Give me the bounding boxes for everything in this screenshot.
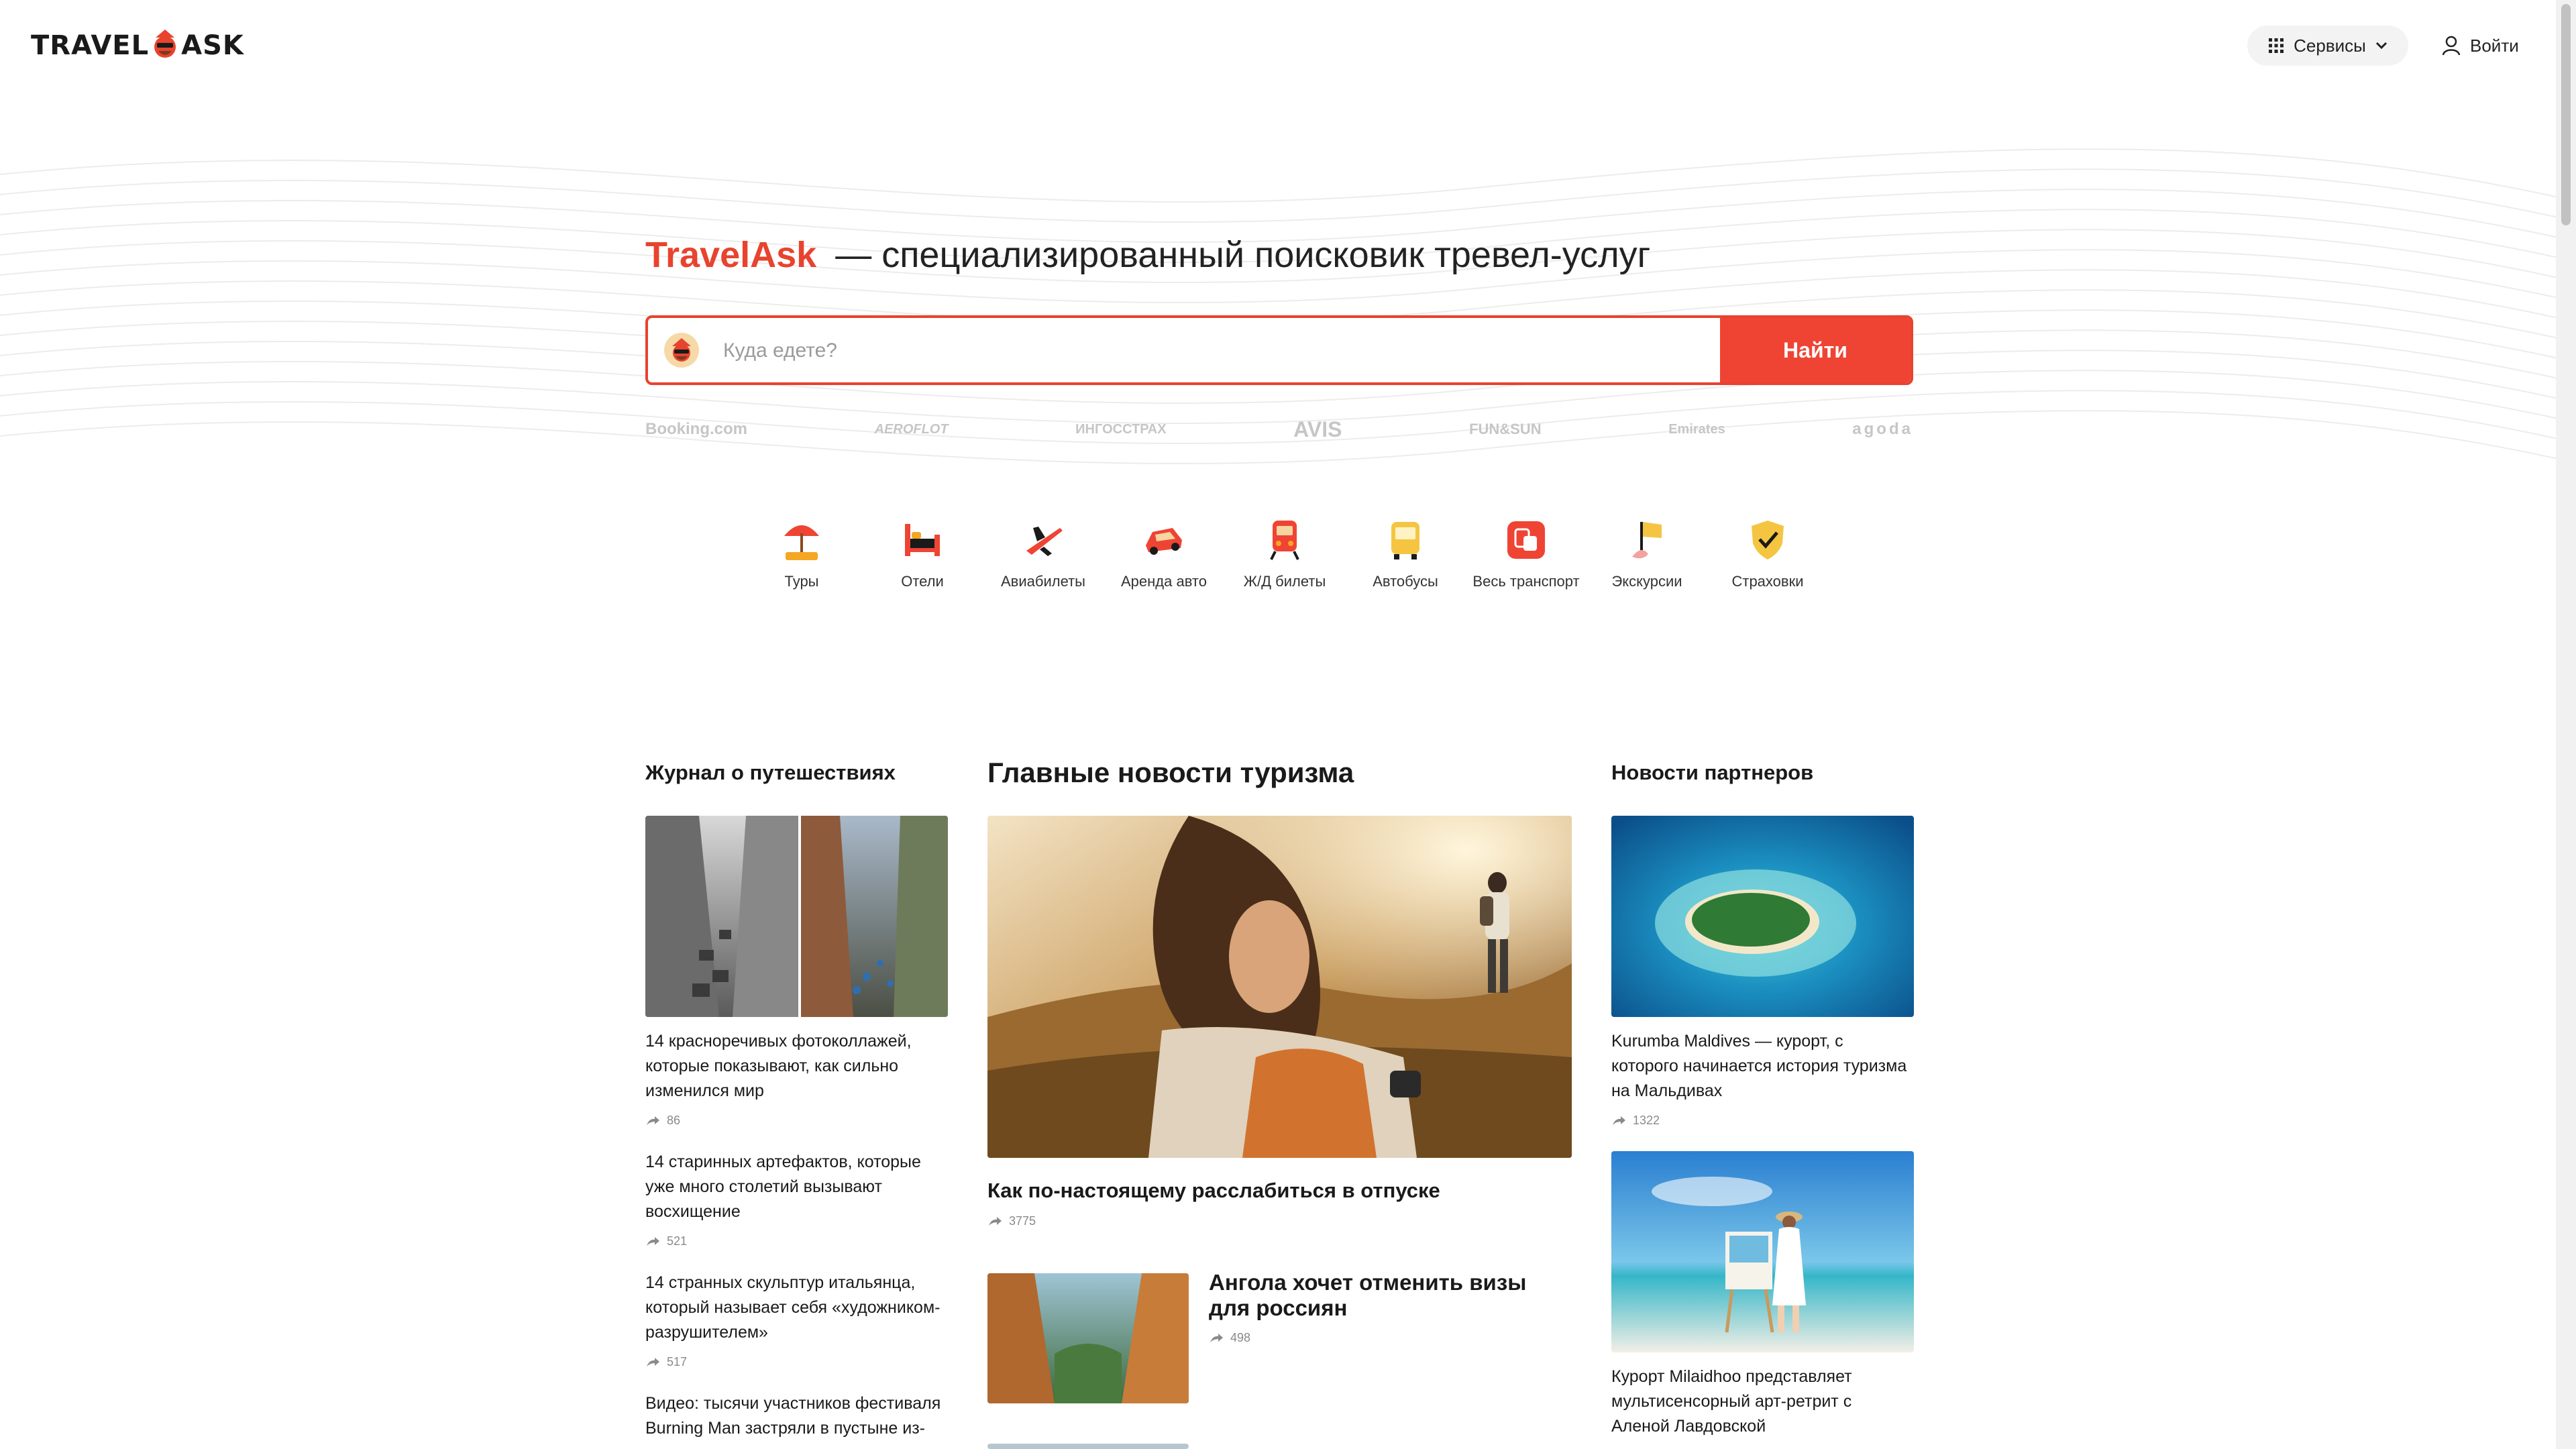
category-trains[interactable]: Ж/Д билеты [1228,517,1342,604]
category-label: Автобусы [1373,573,1438,590]
site-header: TRAVEL ASK Сервисы Войти [0,0,2576,87]
category-buses[interactable]: Автобусы [1348,517,1462,604]
hero-brand: TravelAsk [645,235,817,275]
share-icon [1210,1333,1223,1342]
news-next-image[interactable] [987,1444,1189,1449]
category-all-transport[interactable]: Весь транспорт [1469,517,1583,604]
scrollbar-thumb[interactable] [2561,4,2571,225]
category-label: Экскурсии [1611,573,1682,590]
news-main-title[interactable]: Как по-настоящему расслабиться в отпуске [987,1177,1572,1204]
category-label: Туры [784,573,819,590]
site-logo[interactable]: TRAVEL ASK [31,25,244,66]
journal-item-count: 86 [645,1114,680,1128]
journal-image-collage[interactable] [645,816,948,1017]
bed-icon [901,517,944,564]
partner-news-image-maldives[interactable] [1611,816,1914,1017]
logo-text-travel: TRAVEL [31,30,150,61]
journal-item-count: 521 [645,1234,687,1248]
journal-item-title[interactable]: 14 странных скульптур итальянца, который… [645,1271,948,1345]
search-bar: Найти [645,315,1913,385]
category-label: Весь транспорт [1472,573,1580,590]
partner-logo: AEROFLOT [874,421,949,437]
partner-news-image-milaidhoo[interactable] [1611,1151,1914,1352]
news-secondary-image[interactable] [987,1273,1189,1403]
share-icon [647,1236,659,1246]
partner-news-item-count: 1322 [1611,1114,1660,1128]
search-input[interactable] [722,318,1690,382]
beach-umbrella-icon [780,517,823,564]
search-button[interactable]: Найти [1720,318,1911,382]
news-title: Главные новости туризма [987,757,1354,788]
page-scrollbar[interactable] [2556,0,2576,1449]
news-secondary-count: 498 [1209,1331,1250,1345]
flag-icon [1625,517,1668,564]
journal-item-count: 517 [645,1355,687,1369]
car-icon [1142,517,1185,564]
hero-tagline: — специализированный поисковик тревел-ус… [835,235,1651,275]
share-icon [1613,1116,1625,1125]
category-tours[interactable]: Туры [745,517,859,604]
count-value: 3775 [1009,1214,1036,1228]
service-categories: Туры Отели Авиабилеты Аренда авто Ж/Д би… [745,517,1825,604]
category-label: Ж/Д билеты [1243,573,1326,590]
chevron-down-icon [2375,42,2387,50]
journal-item-title[interactable]: 14 красноречивых фотоколлажей, которые п… [645,1029,948,1104]
login-button[interactable]: Войти [2442,25,2519,66]
journal-item-title[interactable]: Видео: тысячи участников фестиваля Burni… [645,1391,948,1449]
category-label: Аренда авто [1121,573,1207,590]
share-icon [647,1357,659,1366]
mascot-avatar-icon [664,333,699,368]
partner-logo: Emirates [1668,421,1725,437]
login-label: Войти [2470,35,2519,56]
category-car-rental[interactable]: Аренда авто [1107,517,1221,604]
journal-title: Журнал о путешествиях [645,761,896,784]
partner-logos: Booking.com AEROFLOT ИНГОССТРАХ AVIS FUN… [645,409,1913,449]
category-hotels[interactable]: Отели [865,517,979,604]
partner-news-title: Новости партнеров [1611,761,1814,784]
partner-logo: FUN&SUN [1469,421,1542,437]
category-flights[interactable]: Авиабилеты [986,517,1100,604]
count-value: 1322 [1633,1114,1660,1127]
count-value: 517 [667,1355,688,1368]
partner-logo: AVIS [1293,417,1342,441]
category-label: Авиабилеты [1000,573,1085,590]
partner-news-item-title[interactable]: Курорт Milaidhoo представляет мультисенс… [1611,1364,1914,1439]
shield-check-icon [1746,517,1789,564]
news-main-count: 3775 [987,1214,1036,1228]
services-button[interactable]: Сервисы [2247,25,2408,66]
train-icon [1263,517,1306,564]
share-icon [989,1216,1002,1226]
user-icon [2442,36,2461,56]
share-icon [647,1116,659,1125]
news-secondary-title[interactable]: Ангола хочет отменить визы для россиян [1209,1270,1531,1321]
logo-text-ask: ASK [181,30,244,61]
hero-heading: TravelAsk — специализированный поисковик… [645,228,1650,282]
journal-item-title[interactable]: 14 старинных артефактов, которые уже мно… [645,1150,948,1224]
transport-icon [1505,517,1548,564]
services-label: Сервисы [2294,35,2366,56]
bus-icon [1384,517,1427,564]
news-main-image[interactable] [987,816,1572,1158]
category-insurance[interactable]: Страховки [1711,517,1825,604]
category-label: Отели [901,573,944,590]
partner-news-item-title[interactable]: Kurumba Maldives — курорт, с которого на… [1611,1029,1914,1104]
grid-icon [2269,38,2284,53]
count-value: 521 [667,1234,688,1248]
category-label: Страховки [1731,573,1804,590]
category-excursions[interactable]: Экскурсии [1590,517,1704,604]
count-value: 498 [1230,1331,1251,1344]
airplane-icon [1022,517,1065,564]
partner-logo: Booking.com [645,420,748,438]
logo-mascot-icon [152,28,178,63]
partner-logo: ИНГОССТРАХ [1075,421,1167,437]
count-value: 86 [667,1114,681,1127]
partner-logo: agoda [1852,420,1913,438]
